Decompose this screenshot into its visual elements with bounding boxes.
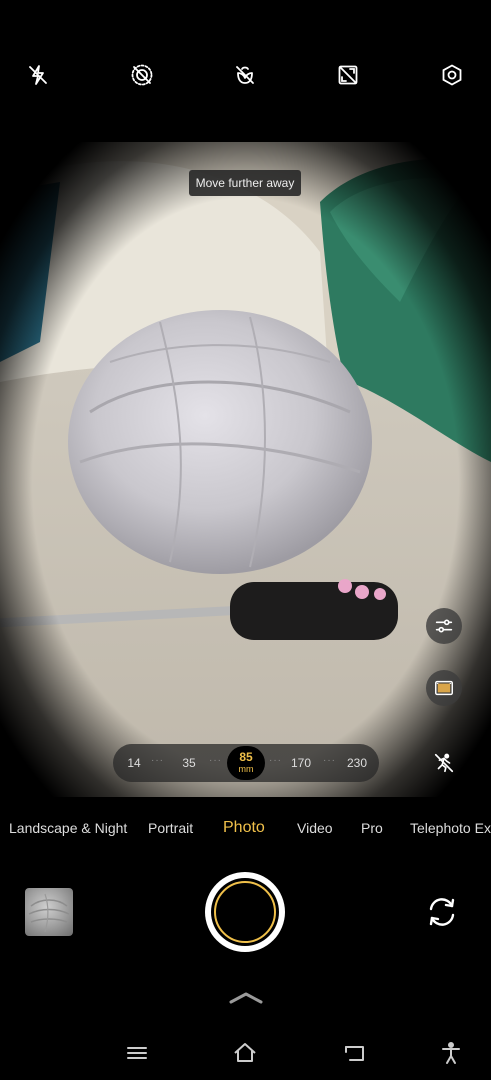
camera-top-bar — [0, 0, 491, 142]
zoom-selected-value: 85 — [239, 750, 253, 764]
zoom-option-85-selected[interactable]: 85 mm — [227, 746, 265, 780]
system-navigation-bar — [0, 1030, 491, 1080]
switch-camera-icon[interactable] — [424, 894, 460, 930]
swipe-up-chevron-icon[interactable] — [228, 988, 264, 1006]
mode-pro[interactable]: Pro — [361, 810, 383, 846]
camera-mode-strip[interactable]: Landscape & Night Portrait Photo Video P… — [0, 810, 491, 846]
zoom-option-35[interactable]: 35 — [175, 744, 203, 782]
viewfinder-scene — [0, 142, 491, 797]
filters-adjust-icon[interactable] — [426, 608, 462, 644]
zoom-separator: ··· — [209, 755, 222, 766]
film-filter-icon[interactable] — [426, 670, 462, 706]
zoom-selector[interactable]: 14 ··· 35 ··· 85 mm ··· 170 ··· 230 — [113, 744, 379, 782]
framing-tip: Move further away — [189, 170, 301, 196]
zoom-option-230[interactable]: 230 — [341, 744, 373, 782]
menu-icon[interactable] — [124, 1040, 150, 1066]
flash-off-icon[interactable] — [23, 60, 53, 90]
motion-capture-icon[interactable] — [426, 745, 462, 781]
settings-icon[interactable] — [437, 60, 467, 90]
macro-off-icon[interactable] — [230, 60, 260, 90]
mode-photo-selected[interactable]: Photo — [223, 810, 265, 846]
mode-telephoto-extender[interactable]: Telephoto Ext — [410, 810, 491, 846]
zoom-separator: ··· — [269, 755, 282, 766]
accessibility-icon[interactable] — [438, 1040, 464, 1066]
zoom-unit: mm — [238, 764, 254, 774]
shutter-button[interactable] — [205, 872, 285, 952]
zoom-option-170[interactable]: 170 — [285, 744, 317, 782]
zoom-separator: ··· — [151, 755, 164, 766]
gallery-thumbnail[interactable] — [25, 888, 73, 936]
mode-portrait[interactable]: Portrait — [148, 810, 193, 846]
mode-landscape-night[interactable]: Landscape & Night — [9, 810, 127, 846]
live-photo-off-icon[interactable] — [127, 60, 157, 90]
camera-viewfinder[interactable]: Move further away — [0, 142, 491, 797]
zoom-option-14[interactable]: 14 — [121, 744, 147, 782]
zoom-separator: ··· — [323, 755, 336, 766]
back-icon[interactable] — [342, 1040, 368, 1066]
home-icon[interactable] — [232, 1040, 258, 1066]
aspect-ratio-icon[interactable] — [333, 60, 363, 90]
mode-video[interactable]: Video — [297, 810, 333, 846]
